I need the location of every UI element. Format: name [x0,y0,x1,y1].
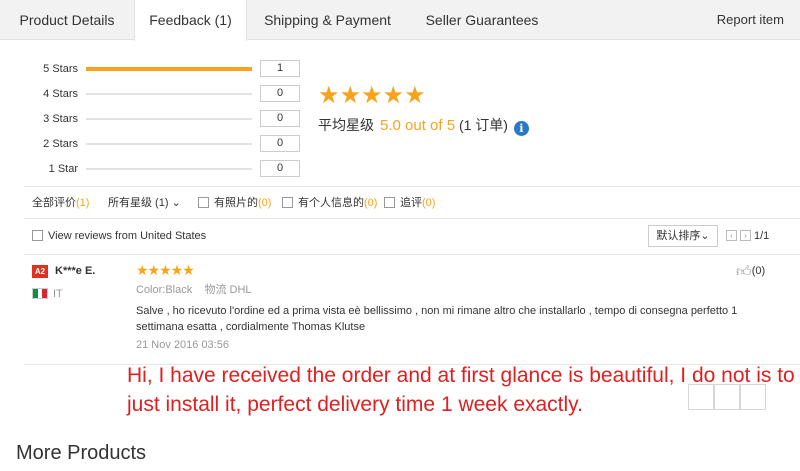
order-count: (1 订单) [458,117,508,133]
view-us-label: View reviews from United States [48,230,207,242]
rating-row-label: 4 Stars [43,88,78,100]
more-products-heading: More Products [16,442,147,464]
divider [24,254,800,255]
filter-personal-count: (0) [364,197,378,209]
review-meta: Color:Black 物流 DHL [136,283,252,297]
review-stars: ★★★★★ [136,262,195,278]
prev-page-button[interactable]: ‹ [726,230,737,241]
filter-bar: 全部评价(1) 所有星级 (1) ⌄ 有照片的(0) 有个人信息的(0) 追评(… [24,186,800,219]
view-us-reviews[interactable]: View reviews from United States [32,229,206,243]
tab-product-details[interactable]: Product Details [0,0,134,40]
thumbs-up-icon: 👍︎ [736,263,752,280]
filter-all-label: 全部评价 [32,197,76,209]
color-value: Black [165,284,193,296]
italy-flag-icon [32,288,48,299]
tab-bar: Product Details Feedback (1) Shipping & … [0,0,800,41]
filter-stars-dropdown[interactable]: 所有星级 (1) ⌄ [108,187,181,219]
tab-shipping-payment[interactable]: Shipping & Payment [247,0,408,40]
review-date: 21 Nov 2016 03:56 [136,339,229,351]
rating-count: 0 [260,135,300,152]
rating-count: 0 [260,160,300,177]
filter-personal-label: 有个人信息的 [298,197,364,209]
rating-row-label: 2 Stars [43,138,78,150]
checkbox[interactable] [32,230,43,241]
rating-bar [86,67,252,71]
rating-count: 0 [260,110,300,127]
page-indicator: 1/1 [754,230,770,242]
rating-count: 1 [260,60,300,77]
filter-all-count: (1) [76,197,90,209]
shipping-value: DHL [229,284,252,296]
rating-row-label: 1 Star [48,163,78,175]
filter-stars-label: 所有星级 (1) [108,197,169,209]
helpful-count: (0) [751,265,766,277]
filter-followup-count: (0) [422,197,436,209]
chevron-down-icon: ⌄ [171,197,181,209]
info-icon[interactable]: i [513,121,529,136]
review-text: Salve , ho ricevuto l'ordine ed a prima … [136,305,738,333]
tab-feedback[interactable]: Feedback (1) [134,0,247,41]
translation-overlay: Hi, I have received the order and at fir… [127,364,795,416]
rating-bar-fill [86,67,252,71]
report-item-link[interactable]: Report item [717,0,784,40]
rating-count: 0 [260,85,300,102]
filter-followup[interactable]: 追评(0) [384,187,435,219]
helpful-button[interactable]: 👍︎(0) [736,264,765,279]
shipping-key: 物流 [204,284,227,296]
filter-all[interactable]: 全部评价(1) [32,187,89,219]
sort-label: 默认排序 [656,230,701,242]
checkbox[interactable] [282,197,293,208]
checkbox[interactable] [384,197,395,208]
next-page-button[interactable]: › [740,230,751,241]
filter-personal[interactable]: 有个人信息的(0) [282,187,377,219]
buyer-level-badge: A2 [32,265,48,278]
filter-photos[interactable]: 有照片的(0) [198,187,271,219]
rating-bar [86,93,252,95]
filter-photos-label: 有照片的 [214,197,258,209]
average-rating: 平均星级 5.0 out of 5 (1 订单) i [318,116,529,136]
rating-bar [86,168,252,170]
average-stars: ★★★★★ [318,82,426,109]
tab-seller-guarantees[interactable]: Seller Guarantees [408,0,556,40]
chevron-down-icon: ⌄ [700,230,710,242]
rating-bar [86,118,252,120]
average-score: 5.0 out of 5 [380,117,456,134]
average-label: 平均星级 [318,117,374,133]
sort-dropdown[interactable]: 默认排序⌄ [648,225,718,247]
rating-row-label: 3 Stars [43,113,78,125]
rating-row-label: 5 Stars [43,63,78,75]
reviewer-country: IT [53,288,63,300]
filter-followup-label: 追评 [400,197,422,209]
color-key: Color: [136,284,166,296]
reviewer-name: K***e E. [55,265,96,277]
checkbox[interactable] [198,197,209,208]
filter-photos-count: (0) [258,197,272,209]
rating-bar [86,143,252,145]
